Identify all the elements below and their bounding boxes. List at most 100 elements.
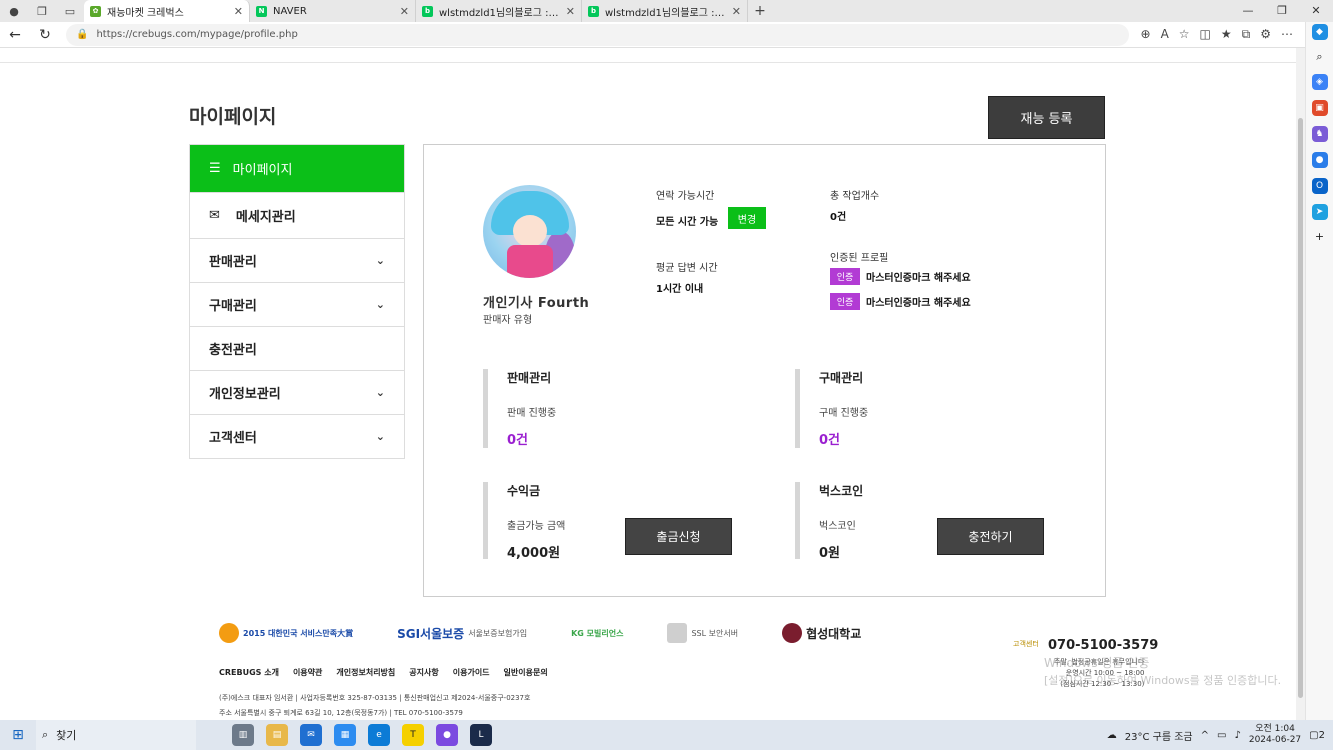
footer-link[interactable]: 일반이용문의 — [504, 667, 548, 678]
menu-item-charge[interactable]: 충전관리 — [190, 326, 404, 370]
cert-text: 마스터인증마크 해주세요 — [866, 273, 971, 284]
register-talent-button[interactable]: 재능 등록 — [988, 96, 1105, 139]
total-jobs-label: 총 작업개수 — [830, 191, 880, 202]
task-view-icon[interactable]: ▥ — [232, 724, 254, 746]
store-icon[interactable]: ▦ — [334, 724, 356, 746]
lock-icon: 🔒 — [76, 29, 89, 40]
university-emblem-icon — [782, 623, 803, 643]
stat-value: 4,000원 — [507, 546, 561, 561]
revenue-stat: 수익금 출금가능 금액 4,000원 — [483, 482, 565, 561]
send-icon[interactable]: ➤ — [1311, 204, 1328, 220]
weather-icon[interactable]: ☁ — [1107, 730, 1117, 741]
tab-actions-icon[interactable]: ▭ — [56, 0, 84, 22]
search-icon[interactable]: ⌕ — [1316, 50, 1322, 64]
stat-value[interactable]: 0건 — [819, 429, 868, 448]
close-window-icon[interactable]: ✕ — [1299, 0, 1333, 22]
response-time-label: 평균 답변 시간 — [656, 263, 718, 274]
page-scrollbar[interactable] — [1296, 48, 1305, 720]
zoom-icon[interactable]: ⊕ — [1141, 27, 1151, 42]
tab-naver[interactable]: N NAVER ✕ — [250, 0, 416, 22]
logo-text: SGI서울보증 — [397, 626, 465, 641]
maximize-icon[interactable]: ❐ — [1265, 0, 1299, 22]
favorite-icon[interactable]: ☆ — [1179, 27, 1190, 42]
profile-panel: 개인기사 Fourth 판매자 유형 연락 가능시간 모든 시간 가능 변경 평… — [423, 144, 1106, 597]
menu-item-sales[interactable]: 판매관리 ⌄ — [190, 238, 404, 282]
footer-link[interactable]: CREBUGS 소개 — [219, 667, 279, 678]
close-tab-icon[interactable]: ✕ — [732, 5, 741, 18]
menu-item-messages[interactable]: ✉ 메세지관리 — [190, 192, 404, 238]
workspaces-icon[interactable]: ❐ — [28, 0, 56, 22]
withdraw-button[interactable]: 출금신청 — [625, 518, 732, 555]
taskbar-apps: ▥ ▤ ✉ ▦ e T ● L — [232, 724, 492, 746]
add-icon[interactable]: + — [1315, 230, 1324, 243]
tab-blog-2[interactable]: b wlstmdzld1님의블로그 : 네이버 블로그 ✕ — [582, 0, 748, 22]
taskbar-search[interactable]: ⌕ 찾기 — [36, 720, 196, 750]
more-icon[interactable]: ⋯ — [1281, 27, 1293, 42]
menu-item-purchase[interactable]: 구매관리 ⌄ — [190, 282, 404, 326]
mail-icon: ✉ — [209, 208, 220, 223]
change-button[interactable]: 변경 — [728, 207, 766, 229]
edge-icon[interactable]: e — [368, 724, 390, 746]
close-tab-icon[interactable]: ✕ — [234, 5, 243, 18]
discord-icon[interactable]: ● — [436, 724, 458, 746]
stat-title: 구매관리 — [819, 371, 864, 385]
tab-blog-1[interactable]: b wlstmdzld1님의블로그 : 네이버 블로그 ✕ — [416, 0, 582, 22]
cs-label: 고객센터 — [1013, 640, 1039, 648]
footer-link[interactable]: 공지사항 — [409, 667, 438, 678]
notification-icon[interactable]: ▢2 — [1309, 730, 1325, 741]
games-icon[interactable]: ♞ — [1311, 126, 1328, 142]
system-tray: ☁ 23°C 구름 조금 ^ ▭ ♪ 오전 1:04 2024-06-27 ▢2 — [1107, 720, 1325, 750]
tag-icon[interactable]: ◈ — [1311, 74, 1328, 90]
purchase-stat: 구매관리 구매 진행중 0건 — [795, 369, 868, 448]
profile-icon[interactable]: ● — [0, 0, 28, 22]
tray-chevron-icon[interactable]: ^ — [1201, 730, 1209, 741]
start-icon[interactable]: ⊞ — [0, 727, 36, 743]
favorites-list-icon[interactable]: ★ — [1221, 27, 1232, 42]
stat-value[interactable]: 0건 — [507, 429, 556, 448]
m365-icon[interactable]: ● — [1311, 152, 1328, 168]
new-tab-button[interactable]: + — [748, 3, 772, 19]
file-explorer-icon[interactable]: ▤ — [266, 724, 288, 746]
close-tab-icon[interactable]: ✕ — [566, 5, 575, 18]
mail-icon[interactable]: ✉ — [300, 724, 322, 746]
league-icon[interactable]: L — [470, 724, 492, 746]
menu-item-mypage[interactable]: ☰ 마이페이지 — [190, 145, 404, 192]
stat-title: 벅스코인 — [819, 484, 864, 498]
footer-link[interactable]: 이용약관 — [293, 667, 322, 678]
extensions-icon[interactable]: ⚙ — [1260, 27, 1271, 42]
refresh-icon[interactable]: ↻ — [30, 27, 60, 43]
minimize-icon[interactable]: — — [1231, 0, 1265, 22]
copilot-icon[interactable]: ◆ — [1311, 24, 1328, 40]
scroll-thumb[interactable] — [1298, 118, 1303, 698]
clock-time: 오전 1:04 — [1255, 724, 1295, 734]
user-type: 판매자 유형 — [483, 315, 533, 326]
stat-sub: 판매 진행중 — [507, 408, 557, 419]
kakaotalk-icon[interactable]: T — [402, 724, 424, 746]
footer-link[interactable]: 이용가이드 — [453, 667, 490, 678]
outlook-icon[interactable]: O — [1311, 178, 1328, 194]
logo-sub: 서울보증보험가입 — [468, 628, 528, 638]
chevron-down-icon: ⌄ — [375, 254, 385, 267]
chevron-down-icon: ⌄ — [375, 386, 385, 399]
weather-text[interactable]: 23°C 구름 조금 — [1125, 728, 1193, 743]
clock[interactable]: 오전 1:04 2024-06-27 — [1249, 724, 1301, 746]
network-icon[interactable]: ▭ — [1217, 730, 1226, 741]
tab-crebugs[interactable]: ✿ 재능마켓 크레벅스 ✕ — [84, 0, 250, 22]
menu-item-customer-center[interactable]: 고객센터 ⌄ — [190, 414, 404, 458]
volume-icon[interactable]: ♪ — [1234, 730, 1240, 741]
toolbox-icon[interactable]: ▣ — [1311, 100, 1328, 116]
footer-logos: 2015 대한민국 서비스만족大賞 SGI서울보증 서울보증보험가입 KG 모빌… — [219, 623, 861, 643]
window-controls: — ❐ ✕ — [1231, 0, 1333, 22]
charge-button[interactable]: 충전하기 — [937, 518, 1044, 555]
url-field[interactable]: 🔒 https://crebugs.com/mypage/profile.php — [66, 23, 1129, 46]
menu-item-personal-info[interactable]: 개인정보관리 ⌄ — [190, 370, 404, 414]
browser-sidebar: ◆ ⌕ ◈ ▣ ♞ ● O ➤ + — [1305, 22, 1333, 720]
collections-icon[interactable]: ⧉ — [1242, 27, 1251, 42]
close-tab-icon[interactable]: ✕ — [400, 5, 409, 18]
back-icon[interactable]: ← — [0, 27, 30, 43]
cert-badge: 인증 — [830, 293, 860, 310]
read-aloud-icon[interactable]: A — [1161, 27, 1169, 42]
footer-link[interactable]: 개인정보처리방침 — [336, 667, 395, 678]
split-screen-icon[interactable]: ◫ — [1200, 27, 1211, 42]
avatar[interactable] — [483, 185, 576, 278]
